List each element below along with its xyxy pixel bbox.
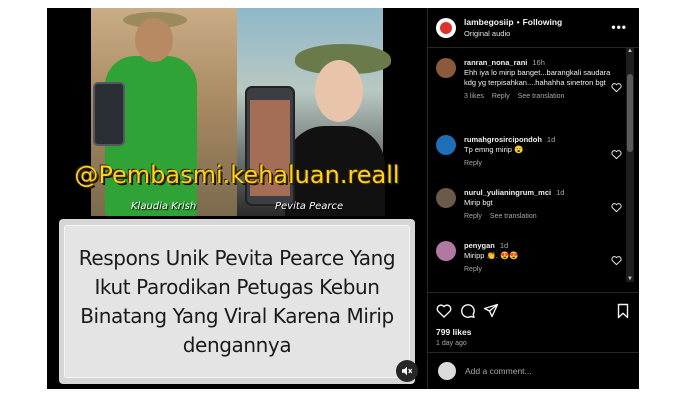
comment-time: 16h	[532, 58, 545, 67]
see-translation-link[interactable]: See translation	[490, 213, 537, 220]
comment-bubble-icon[interactable]	[460, 303, 476, 319]
speaker-muted-icon	[402, 366, 413, 376]
commenter-avatar[interactable]	[436, 58, 456, 78]
person-left-head	[135, 18, 173, 62]
post-side-panel: lambegosiip • Following Original audio •••…	[427, 8, 639, 389]
comment-reply-link[interactable]: Reply	[464, 266, 482, 273]
comment-reply-link[interactable]: Reply	[492, 93, 510, 100]
name-tag-right: Pevita Pearce	[275, 201, 344, 212]
author-avatar[interactable]	[436, 17, 456, 38]
comment-reply-link[interactable]: Reply	[464, 213, 482, 220]
commenter-avatar[interactable]	[436, 188, 456, 208]
like-heart-icon[interactable]	[436, 303, 452, 319]
caption-text: Respons Unik Pevita Pearce Yang Ikut Par…	[78, 245, 396, 357]
comment-time: 1d	[499, 241, 509, 250]
commenter-avatar[interactable]	[436, 241, 456, 261]
scroll-up-arrow-icon[interactable]: ▲	[626, 48, 634, 54]
heart-icon[interactable]	[611, 202, 622, 213]
comment-text: Ehh iya lo mirip banget...barangkali sau…	[464, 68, 611, 87]
comment-text: Mirip bgt	[464, 198, 493, 207]
comment-item: ranran_nona_rani 16h Ehh iya lo mirip ban…	[436, 58, 622, 100]
comment-username[interactable]: ranran_nona_rani	[464, 58, 527, 67]
caption-panel: Respons Unik Pevita Pearce Yang Ikut Par…	[64, 225, 410, 378]
post-header: lambegosiip • Following Original audio •••	[428, 8, 639, 48]
comment-username[interactable]: nurul_yulianingrum_mci	[464, 188, 551, 197]
scroll-down-arrow-icon[interactable]: ▼	[626, 276, 634, 282]
add-comment-bar: Add a comment...	[428, 352, 639, 389]
post-modal: @Pembasmi.kehaluan.reall Klaudia Krish P…	[47, 8, 639, 389]
mute-button[interactable]	[396, 360, 418, 382]
header-separator: •	[516, 17, 520, 27]
heart-icon[interactable]	[611, 149, 622, 160]
more-options-icon[interactable]: •••	[611, 20, 627, 34]
post-date: 1 day ago	[436, 340, 467, 347]
follow-status[interactable]: Following	[523, 17, 563, 27]
heart-icon[interactable]	[611, 82, 622, 93]
comment-text: Miripp 👏. 😍😍	[464, 251, 519, 260]
comment-time: 1d	[546, 135, 556, 144]
author-username[interactable]: lambegosiip	[464, 17, 514, 27]
comment-item: penygan 1d Miripp 👏. 😍😍 Reply	[436, 241, 622, 273]
person-right-head	[315, 60, 363, 122]
comment-likes[interactable]: 3 likes	[464, 93, 484, 100]
post-actions: 799 likes 1 day ago	[428, 292, 639, 352]
see-translation-link[interactable]: See translation	[518, 93, 565, 100]
comment-username[interactable]: rumahgrosircipondoh	[464, 135, 542, 144]
comments-list: ranran_nona_rani 16h Ehh iya lo mirip ban…	[428, 49, 639, 289]
scrollbar-thumb[interactable]	[627, 74, 633, 152]
add-comment-input[interactable]: Add a comment...	[465, 366, 532, 376]
bookmark-icon[interactable]	[615, 303, 631, 319]
comment-username[interactable]: penygan	[464, 241, 495, 250]
likes-count[interactable]: 799 likes	[436, 327, 471, 337]
comment-reply-link[interactable]: Reply	[464, 160, 482, 167]
comments-scrollbar[interactable]: ▲ ▼	[626, 48, 634, 282]
user-avatar	[438, 362, 456, 380]
phone-left-shape	[93, 82, 125, 146]
comment-item: nurul_yulianingrum_mci 1d Mirip bgt Reply…	[436, 188, 622, 220]
share-send-icon[interactable]	[483, 303, 499, 319]
heart-icon[interactable]	[611, 255, 622, 266]
name-tag-left: Klaudia Krish	[131, 201, 197, 212]
post-media[interactable]: @Pembasmi.kehaluan.reall Klaudia Krish P…	[47, 8, 427, 389]
watermark-text: @Pembasmi.kehaluan.reall	[74, 161, 400, 189]
comment-time: 1d	[556, 188, 565, 197]
comment-item: rumahgrosircipondoh 1d Tp emng mirip 😮 Re…	[436, 135, 622, 167]
commenter-avatar[interactable]	[436, 135, 456, 155]
audio-label[interactable]: Original audio	[464, 29, 562, 38]
comment-text: Tp emng mirip 😮	[464, 145, 524, 154]
